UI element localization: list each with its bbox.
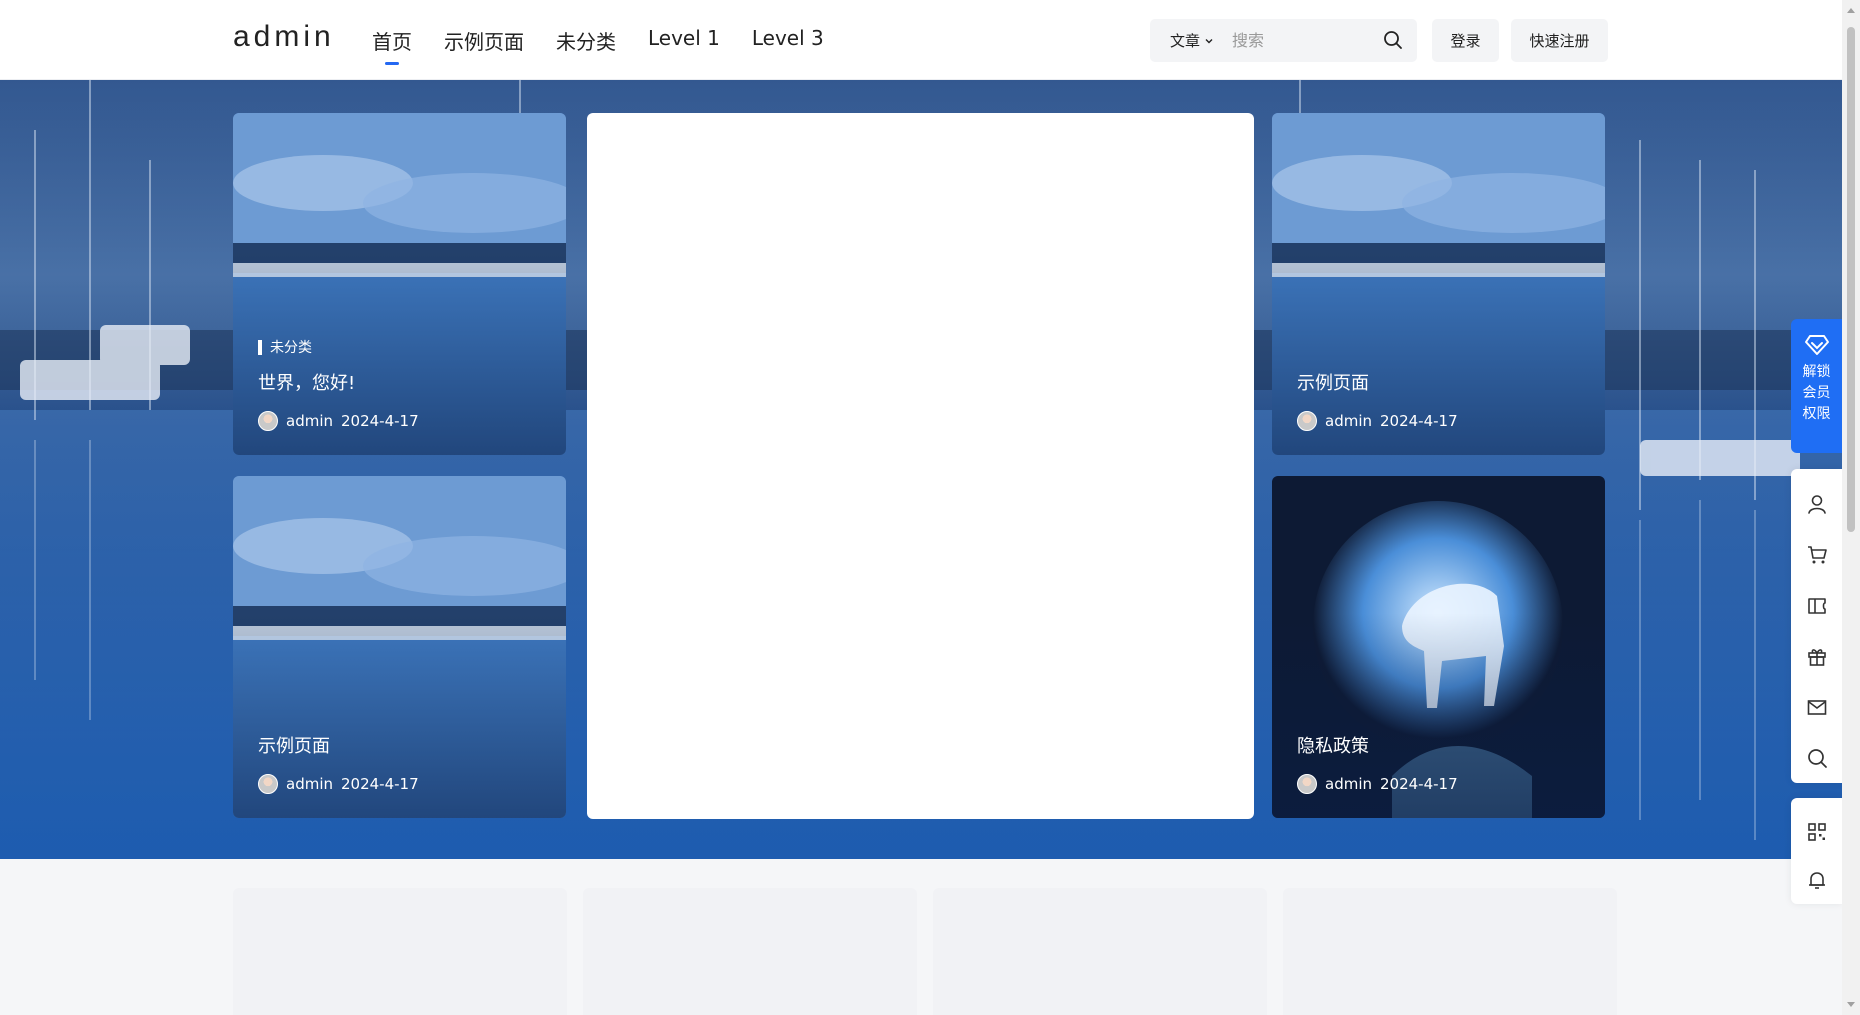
notification-button[interactable] [1791, 856, 1842, 904]
card-meta: admin 2024-4-17 [1297, 774, 1458, 794]
vip-label-line: 解锁 [1802, 364, 1831, 380]
loading-placeholder [583, 888, 917, 1015]
post-card[interactable]: 示例页面 admin 2024-4-17 [233, 476, 566, 818]
coupon-button[interactable] [1791, 580, 1842, 631]
card-title[interactable]: 隐私政策 [1297, 732, 1369, 758]
mail-icon [1807, 700, 1826, 715]
card-author: admin [1325, 775, 1372, 793]
hero-section: 未分类 世界，您好! admin 2024-4-17 示例页面 admin 20… [0, 80, 1842, 859]
message-button[interactable] [1791, 682, 1842, 733]
card-title[interactable]: 示例页面 [1297, 369, 1369, 395]
search-type-select[interactable]: 文章 [1150, 30, 1232, 51]
avatar [258, 774, 278, 794]
bell-icon [1808, 872, 1825, 889]
cart-button[interactable] [1791, 530, 1842, 581]
site-header: admin 首页 示例页面 未分类 Level 1 Level 3 文章 登录 … [0, 0, 1842, 80]
card-date: 2024-4-17 [341, 412, 419, 430]
scroll-up-arrow[interactable] [1847, 8, 1855, 13]
gift-icon [1807, 649, 1826, 667]
loading-placeholder [233, 888, 567, 1015]
loading-placeholder [1283, 888, 1617, 1015]
login-button[interactable]: 登录 [1432, 19, 1499, 62]
ticket-icon [1807, 597, 1826, 614]
search-box: 文章 [1150, 19, 1417, 62]
post-card[interactable]: 未分类 世界，您好! admin 2024-4-17 [233, 113, 566, 455]
card-title[interactable]: 世界，您好! [258, 369, 355, 395]
cart-icon [1807, 546, 1827, 564]
nav-item-uncategorized[interactable]: 未分类 [556, 26, 616, 55]
avatar [1297, 411, 1317, 431]
page-scrollbar[interactable] [1842, 0, 1860, 1015]
search-input[interactable] [1232, 31, 1377, 50]
post-card[interactable]: 示例页面 admin 2024-4-17 [1272, 113, 1605, 455]
avatar [258, 411, 278, 431]
card-author: admin [286, 412, 333, 430]
avatar [1297, 774, 1317, 794]
card-date: 2024-4-17 [1380, 412, 1458, 430]
card-meta: admin 2024-4-17 [258, 411, 419, 431]
card-meta: admin 2024-4-17 [1297, 411, 1458, 431]
loading-placeholder [933, 888, 1267, 1015]
card-meta: admin 2024-4-17 [258, 774, 419, 794]
vip-label: 解锁 会员 权限 [1803, 362, 1831, 425]
card-date: 2024-4-17 [341, 775, 419, 793]
card-author: admin [1325, 412, 1372, 430]
search-button[interactable] [1791, 732, 1842, 783]
register-button[interactable]: 快速注册 [1511, 19, 1608, 62]
search-icon[interactable] [1383, 30, 1403, 50]
main-nav: 首页 示例页面 未分类 Level 1 Level 3 [372, 26, 824, 55]
site-logo[interactable]: admin [233, 20, 335, 54]
featured-slider-panel[interactable] [587, 113, 1254, 819]
gift-button[interactable] [1791, 631, 1842, 682]
vip-label-line: 权限 [1802, 406, 1831, 422]
nav-item-level-3[interactable]: Level 3 [752, 26, 824, 55]
qrcode-icon [1807, 823, 1826, 841]
card-author: admin [286, 775, 333, 793]
scroll-thumb[interactable] [1847, 27, 1855, 532]
search-type-label: 文章 [1170, 32, 1201, 50]
unlock-vip-button[interactable]: 解锁 会员 权限 [1791, 319, 1842, 453]
card-title[interactable]: 示例页面 [258, 732, 330, 758]
floating-toolbar-secondary [1791, 798, 1842, 904]
nav-item-level-1[interactable]: Level 1 [648, 26, 720, 55]
user-icon [1807, 495, 1826, 515]
floating-toolbar [1791, 469, 1842, 783]
post-card[interactable]: 隐私政策 admin 2024-4-17 [1272, 476, 1605, 818]
card-category[interactable]: 未分类 [258, 337, 312, 357]
vip-label-line: 会员 [1802, 385, 1831, 401]
nav-item-home[interactable]: 首页 [372, 26, 412, 55]
search-icon [1807, 748, 1827, 768]
scroll-down-arrow[interactable] [1847, 1002, 1855, 1007]
diamond-icon [1804, 335, 1829, 355]
qrcode-button[interactable] [1791, 808, 1842, 856]
card-date: 2024-4-17 [1380, 775, 1458, 793]
nav-item-sample-page[interactable]: 示例页面 [444, 26, 524, 55]
user-center-button[interactable] [1791, 479, 1842, 530]
chevron-down-icon [1205, 38, 1213, 43]
